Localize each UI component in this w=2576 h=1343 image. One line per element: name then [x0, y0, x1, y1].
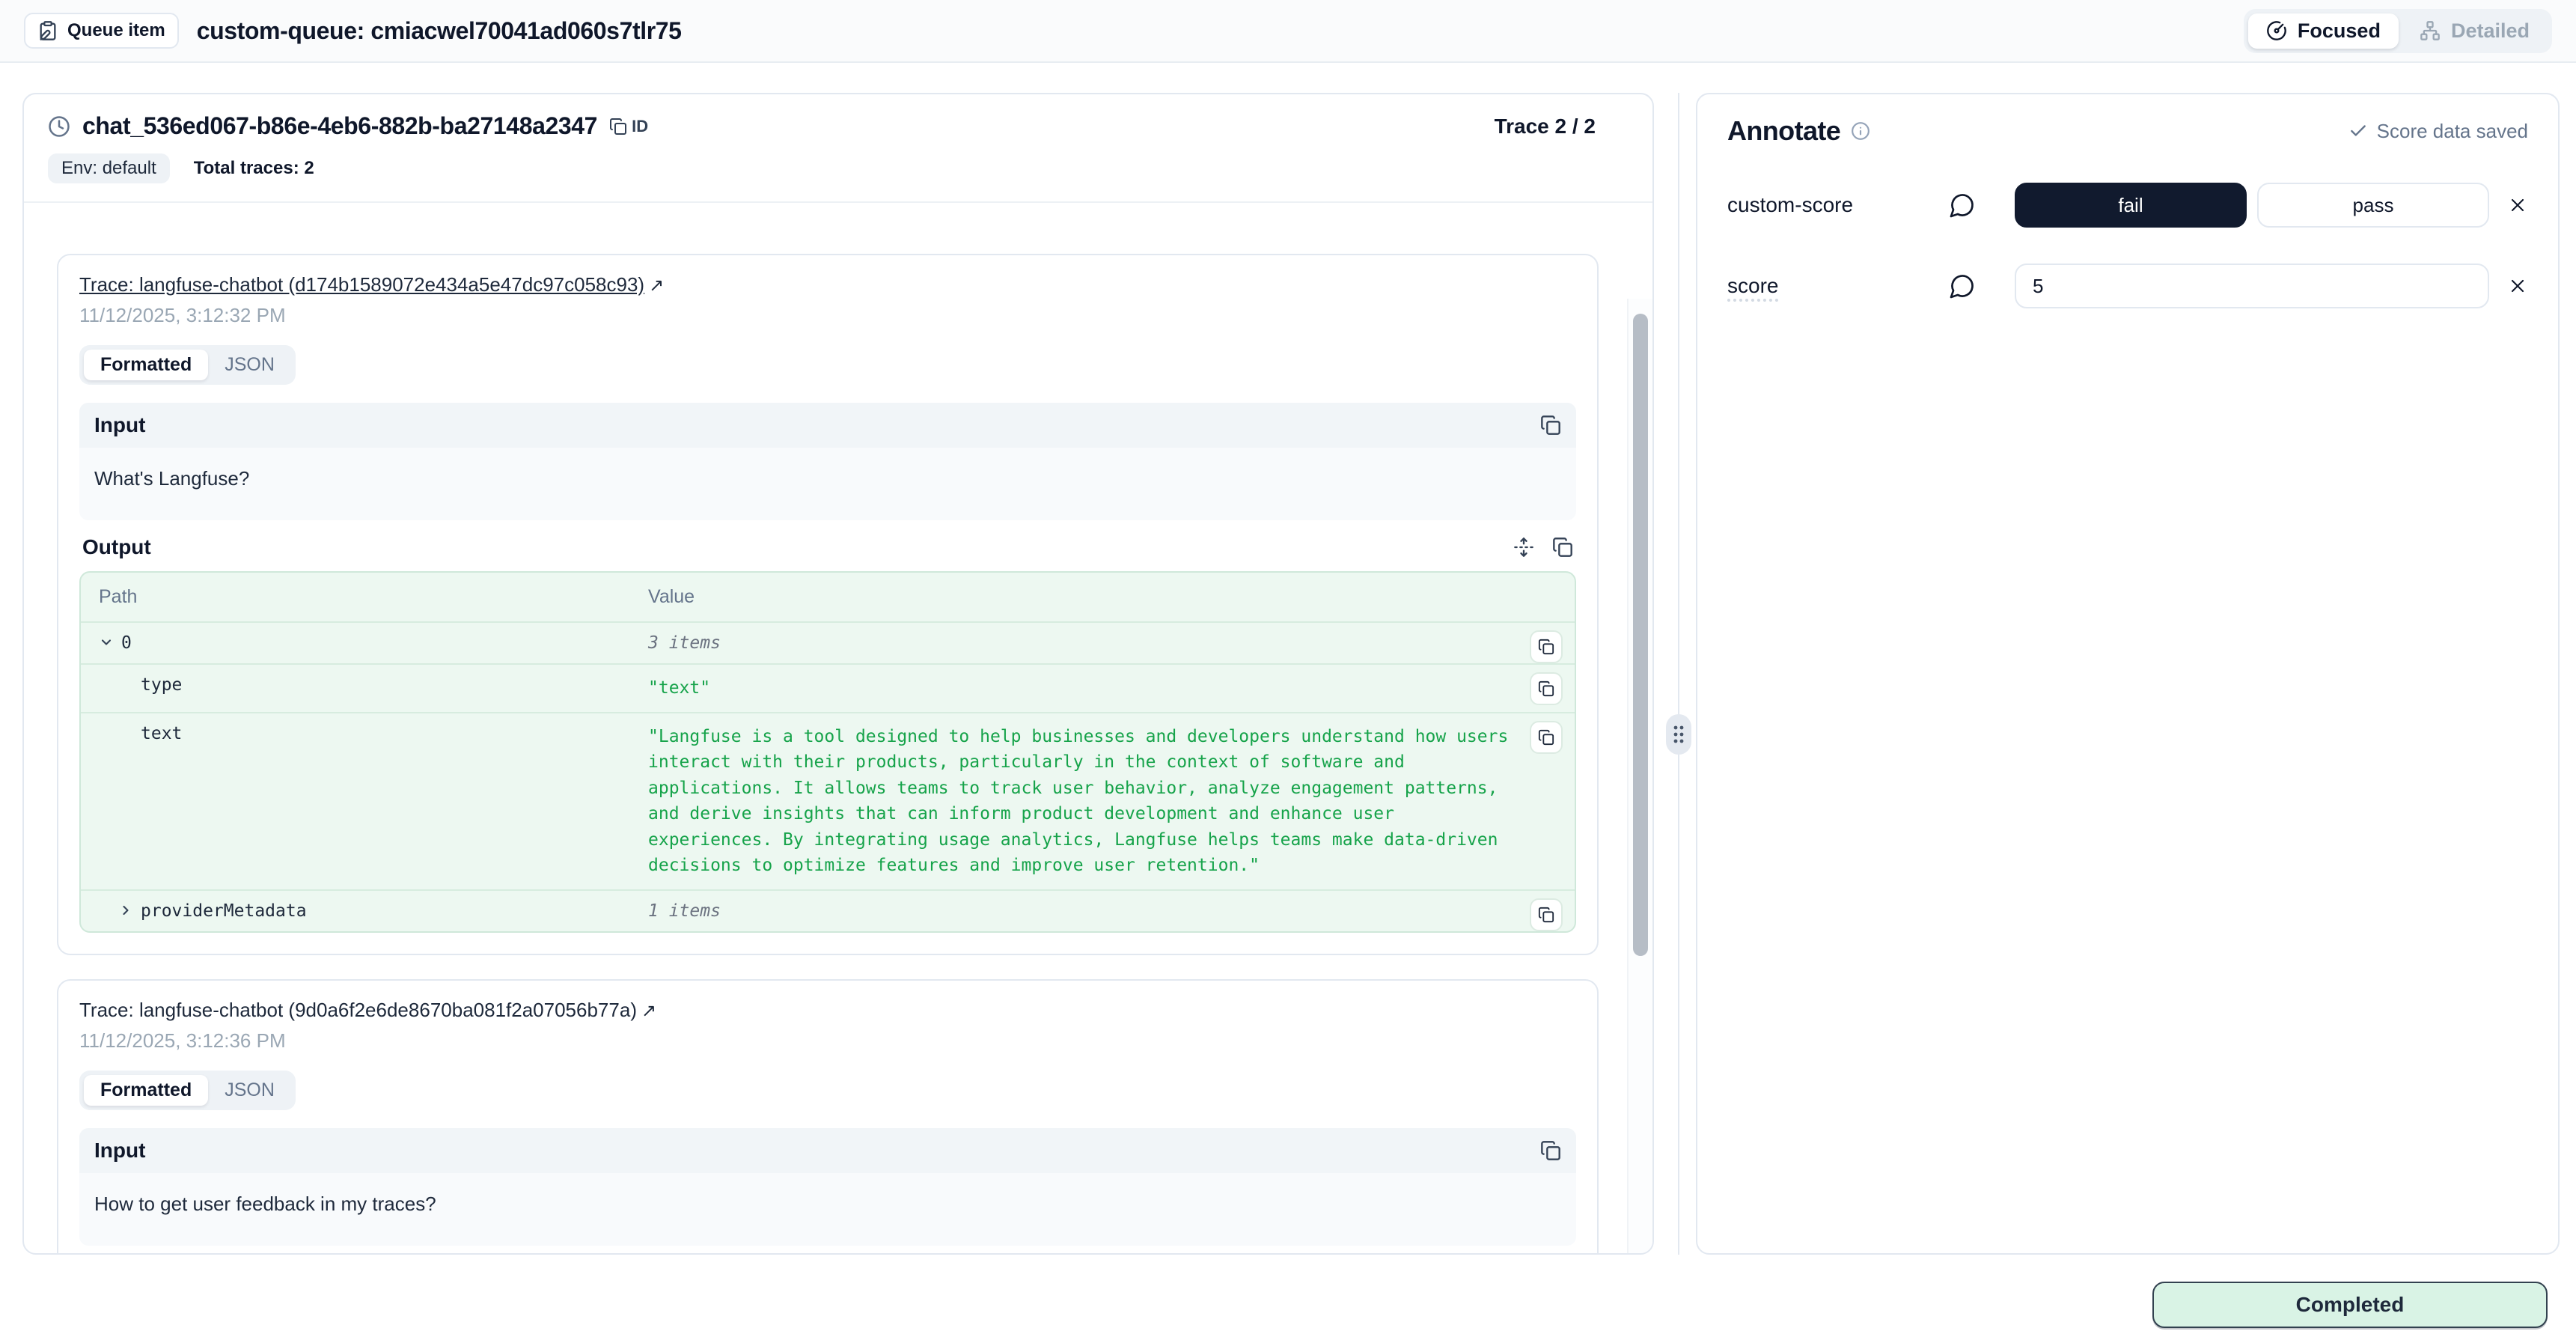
- trace-panel-header: chat_536ed067-b86e-4eb6-882b-ba27148a234…: [24, 94, 1652, 203]
- scrollbar-track[interactable]: [1627, 299, 1652, 1253]
- trace-link-1[interactable]: Trace: langfuse-chatbot (d174b1589072e43…: [79, 273, 644, 296]
- trace-timestamp-2: 11/12/2025, 3:12:36 PM: [79, 1029, 1576, 1053]
- score-value-input[interactable]: [2015, 264, 2489, 308]
- input-value-2: How to get user feedback in my traces?: [79, 1173, 1576, 1246]
- copy-id-button[interactable]: ID: [609, 117, 648, 136]
- queue-item-badge: Queue item: [24, 13, 179, 49]
- score-name-label: custom-score: [1727, 193, 1949, 217]
- value-column-header: Value: [648, 586, 1557, 608]
- trace-scroll-area: Trace: langfuse-chatbot (d174b1589072e43…: [24, 203, 1652, 1253]
- score-option-fail[interactable]: fail: [2015, 183, 2247, 228]
- score-option-pass[interactable]: pass: [2257, 183, 2489, 228]
- page-title: custom-queue: cmiacwel70041ad060s7tlr75: [197, 17, 682, 45]
- output-label-1: Output: [82, 535, 151, 559]
- score-saved-status: Score data saved: [2348, 120, 2528, 143]
- score-name-label: score: [1727, 274, 1778, 302]
- total-traces-label: Total traces: 2: [194, 158, 314, 179]
- tab-json-1[interactable]: JSON: [208, 350, 291, 380]
- score-row-score: score: [1727, 264, 2528, 308]
- input-section-2: Input How to get user feedback in my tra…: [79, 1128, 1576, 1246]
- gauge-icon: [2266, 20, 2287, 41]
- clock-icon: [48, 115, 70, 138]
- chevron-right-icon[interactable]: [118, 903, 133, 918]
- output-json-table-1: Path Value 0 3 items type: [79, 571, 1576, 933]
- toggle-detailed-label: Detailed: [2451, 19, 2530, 43]
- session-title: chat_536ed067-b86e-4eb6-882b-ba27148a234…: [82, 112, 597, 140]
- external-link-icon: ↗: [649, 275, 664, 296]
- topbar: Queue item custom-queue: cmiacwel70041ad…: [0, 0, 2576, 63]
- tab-json-2[interactable]: JSON: [208, 1075, 291, 1106]
- chevron-down-icon[interactable]: [99, 635, 114, 650]
- tab-formatted-1[interactable]: Formatted: [84, 350, 208, 380]
- format-tabs-1: Formatted JSON: [79, 345, 296, 385]
- output-header-1: Output: [79, 520, 1576, 571]
- env-badge: Env: default: [48, 153, 170, 183]
- copy-input-icon-2[interactable]: [1540, 1140, 1561, 1161]
- info-icon[interactable]: [1851, 121, 1870, 141]
- table-row: type "text": [81, 665, 1575, 713]
- output-header-2: Output: [79, 1246, 1576, 1254]
- view-mode-toggle: Focused Detailed: [2244, 9, 2552, 53]
- tab-formatted-2[interactable]: Formatted: [84, 1075, 208, 1106]
- table-row: providerMetadata 1 items: [81, 891, 1575, 931]
- check-icon: [2348, 121, 2368, 141]
- trace-card-2: Trace: langfuse-chatbot (9d0a6f2e6de8670…: [57, 979, 1599, 1254]
- annotate-panel: Annotate Score data saved custom-score: [1696, 93, 2560, 1255]
- copy-row-button[interactable]: [1530, 721, 1563, 754]
- trace-timestamp-1: 11/12/2025, 3:12:32 PM: [79, 304, 1576, 327]
- id-label: ID: [632, 117, 648, 136]
- score-row-custom-score: custom-score fail pass: [1727, 183, 2528, 228]
- copy-row-button[interactable]: [1530, 630, 1563, 663]
- clipboard-pen-icon: [37, 20, 58, 41]
- queue-item-page: Queue item custom-queue: cmiacwel70041ad…: [0, 0, 2576, 1343]
- toggle-focused-label: Focused: [2298, 19, 2381, 43]
- completed-button[interactable]: Completed: [2152, 1282, 2548, 1328]
- input-label-1: Input: [94, 413, 145, 437]
- path-column-header: Path: [99, 586, 648, 608]
- main-area: chat_536ed067-b86e-4eb6-882b-ba27148a234…: [0, 63, 2576, 1343]
- toggle-detailed[interactable]: Detailed: [2402, 13, 2548, 49]
- table-row: 0 3 items: [81, 623, 1575, 665]
- panel-resize-handle[interactable]: [1666, 714, 1691, 755]
- copy-row-button[interactable]: [1530, 898, 1563, 931]
- toggle-focused[interactable]: Focused: [2248, 13, 2399, 49]
- annotate-title: Annotate: [1727, 115, 1840, 147]
- delete-score-icon[interactable]: [2507, 195, 2528, 216]
- external-link-icon: ↗: [641, 1001, 656, 1021]
- trace-counter: Trace 2 / 2: [1495, 115, 1596, 138]
- input-value-1: What's Langfuse?: [79, 448, 1576, 520]
- delete-score-icon[interactable]: [2507, 275, 2528, 296]
- grip-dots-icon: [1673, 724, 1685, 745]
- table-row: text "Langfuse is a tool designed to hel…: [81, 713, 1575, 891]
- input-section-1: Input What's Langfuse?: [79, 403, 1576, 520]
- format-tabs-2: Formatted JSON: [79, 1071, 296, 1110]
- copy-output-icon-1[interactable]: [1552, 537, 1573, 558]
- trace-card-1: Trace: langfuse-chatbot (d174b1589072e43…: [57, 254, 1599, 955]
- scrollbar-thumb[interactable]: [1633, 314, 1648, 956]
- trace-panel: chat_536ed067-b86e-4eb6-882b-ba27148a234…: [22, 93, 1654, 1255]
- trace-link-2[interactable]: Trace: langfuse-chatbot (9d0a6f2e6de8670…: [79, 999, 637, 1021]
- queue-item-badge-label: Queue item: [67, 20, 165, 41]
- comment-bubble-icon[interactable]: [1949, 192, 2015, 219]
- network-icon: [2420, 20, 2441, 41]
- comment-bubble-icon[interactable]: [1949, 272, 2015, 299]
- input-label-2: Input: [94, 1139, 145, 1163]
- copy-input-icon-1[interactable]: [1540, 415, 1561, 436]
- panel-divider: [1678, 93, 1679, 1255]
- copy-row-button[interactable]: [1530, 672, 1563, 705]
- unfold-vertical-icon-1[interactable]: [1513, 537, 1534, 558]
